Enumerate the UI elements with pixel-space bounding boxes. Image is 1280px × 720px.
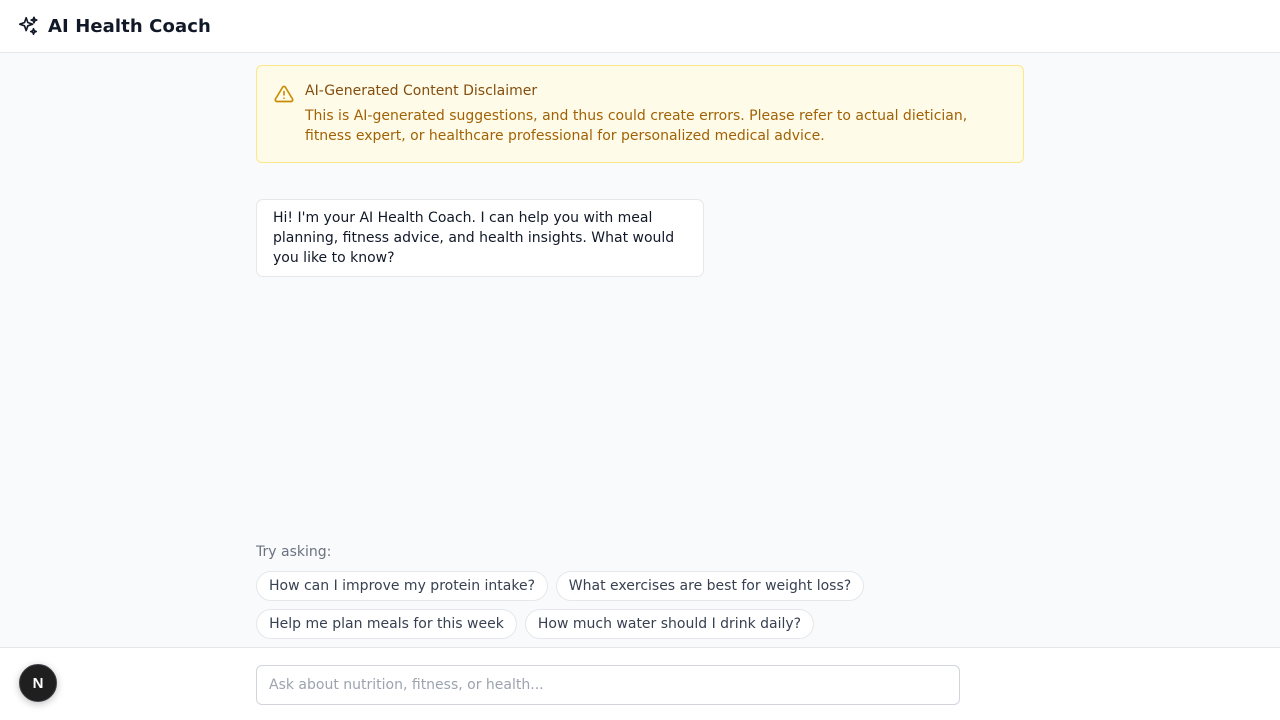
warning-triangle-icon bbox=[274, 84, 294, 104]
fab-label: N bbox=[32, 674, 44, 692]
disclaimer-banner: AI-Generated Content Disclaimer This is … bbox=[256, 65, 1024, 163]
assistant-message: Hi! I'm your AI Health Coach. I can help… bbox=[256, 199, 704, 277]
chat-footer bbox=[0, 647, 1280, 720]
sparkles-icon bbox=[17, 15, 39, 37]
suggestions-label: Try asking: bbox=[256, 544, 332, 560]
app-title: AI Health Coach bbox=[48, 15, 211, 37]
suggestion-chip-weight-loss[interactable]: What exercises are best for weight loss? bbox=[556, 571, 864, 601]
chat-input[interactable] bbox=[256, 665, 960, 705]
app-header: AI Health Coach bbox=[0, 0, 1280, 53]
suggestion-chip-water[interactable]: How much water should I drink daily? bbox=[525, 609, 814, 639]
disclaimer-text: This is AI-generated suggestions, and th… bbox=[305, 108, 968, 144]
suggestion-chip-meal-plan[interactable]: Help me plan meals for this week bbox=[256, 609, 517, 639]
nextjs-dev-button[interactable]: N bbox=[19, 664, 57, 702]
suggestion-chip-protein[interactable]: How can I improve my protein intake? bbox=[256, 571, 548, 601]
disclaimer-title: AI-Generated Content Disclaimer bbox=[305, 83, 538, 99]
